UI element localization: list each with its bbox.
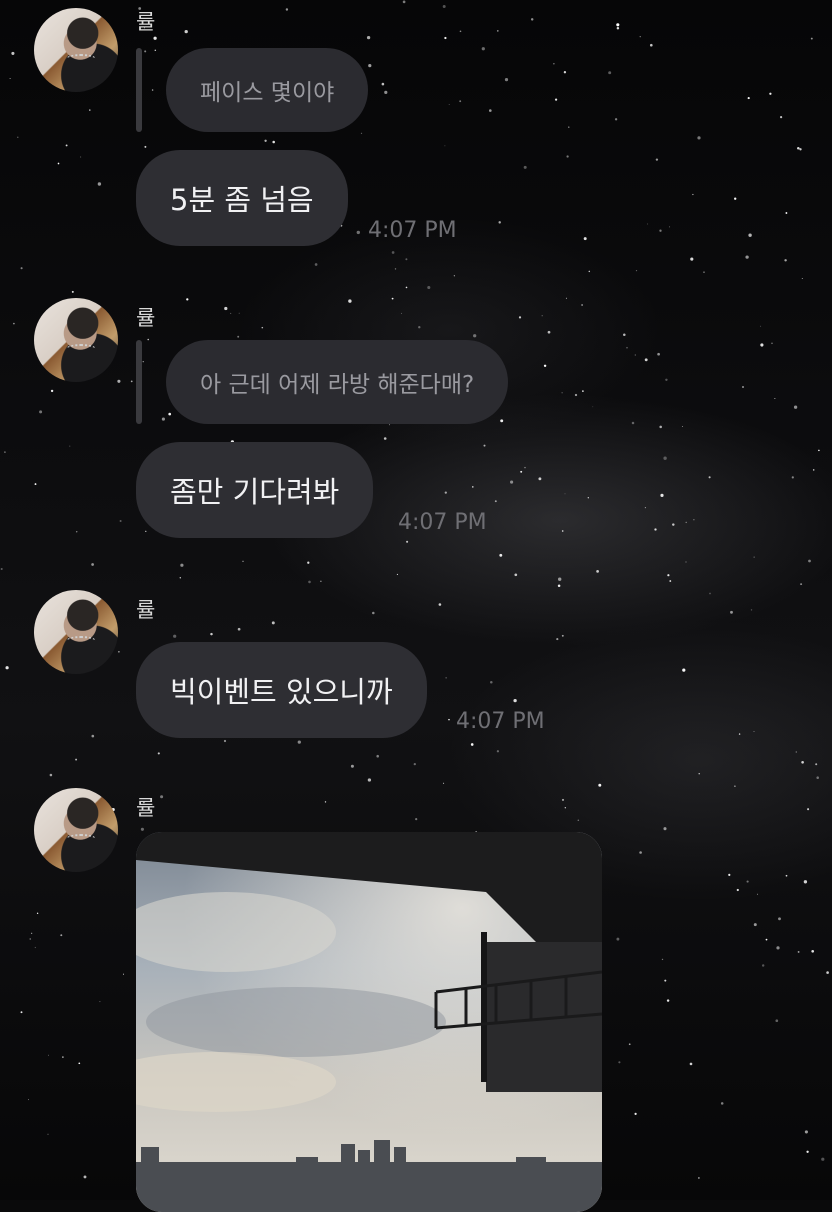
photo-attachment[interactable] [136, 832, 602, 1212]
reply-quote-text: 페이스 몇이야 [166, 48, 369, 132]
sender-name: 률 [136, 10, 156, 34]
sender-name: 률 [136, 598, 156, 622]
reply-bar [136, 48, 142, 132]
message-time: 4:07 PM [398, 510, 487, 535]
reply-bar [136, 340, 142, 424]
avatar[interactable] [34, 298, 118, 382]
message-bubble[interactable]: 좀만 기다려봐 [136, 442, 374, 538]
message-bubble[interactable]: 5분 좀 넘음 [136, 150, 348, 246]
reply-quote-text: 아 근데 어제 라방 해준다매? [166, 340, 509, 424]
message-time: 4:07 PM [368, 218, 457, 243]
photo-image [136, 832, 602, 1212]
sender-name: 률 [136, 796, 156, 820]
avatar[interactable] [34, 8, 118, 92]
avatar[interactable] [34, 788, 118, 872]
sender-name: 률 [136, 306, 156, 330]
avatar[interactable] [34, 590, 118, 674]
message-time: 4:07 PM [456, 709, 545, 734]
message-bubble[interactable]: 빅이벤트 있으니까 [136, 642, 427, 738]
